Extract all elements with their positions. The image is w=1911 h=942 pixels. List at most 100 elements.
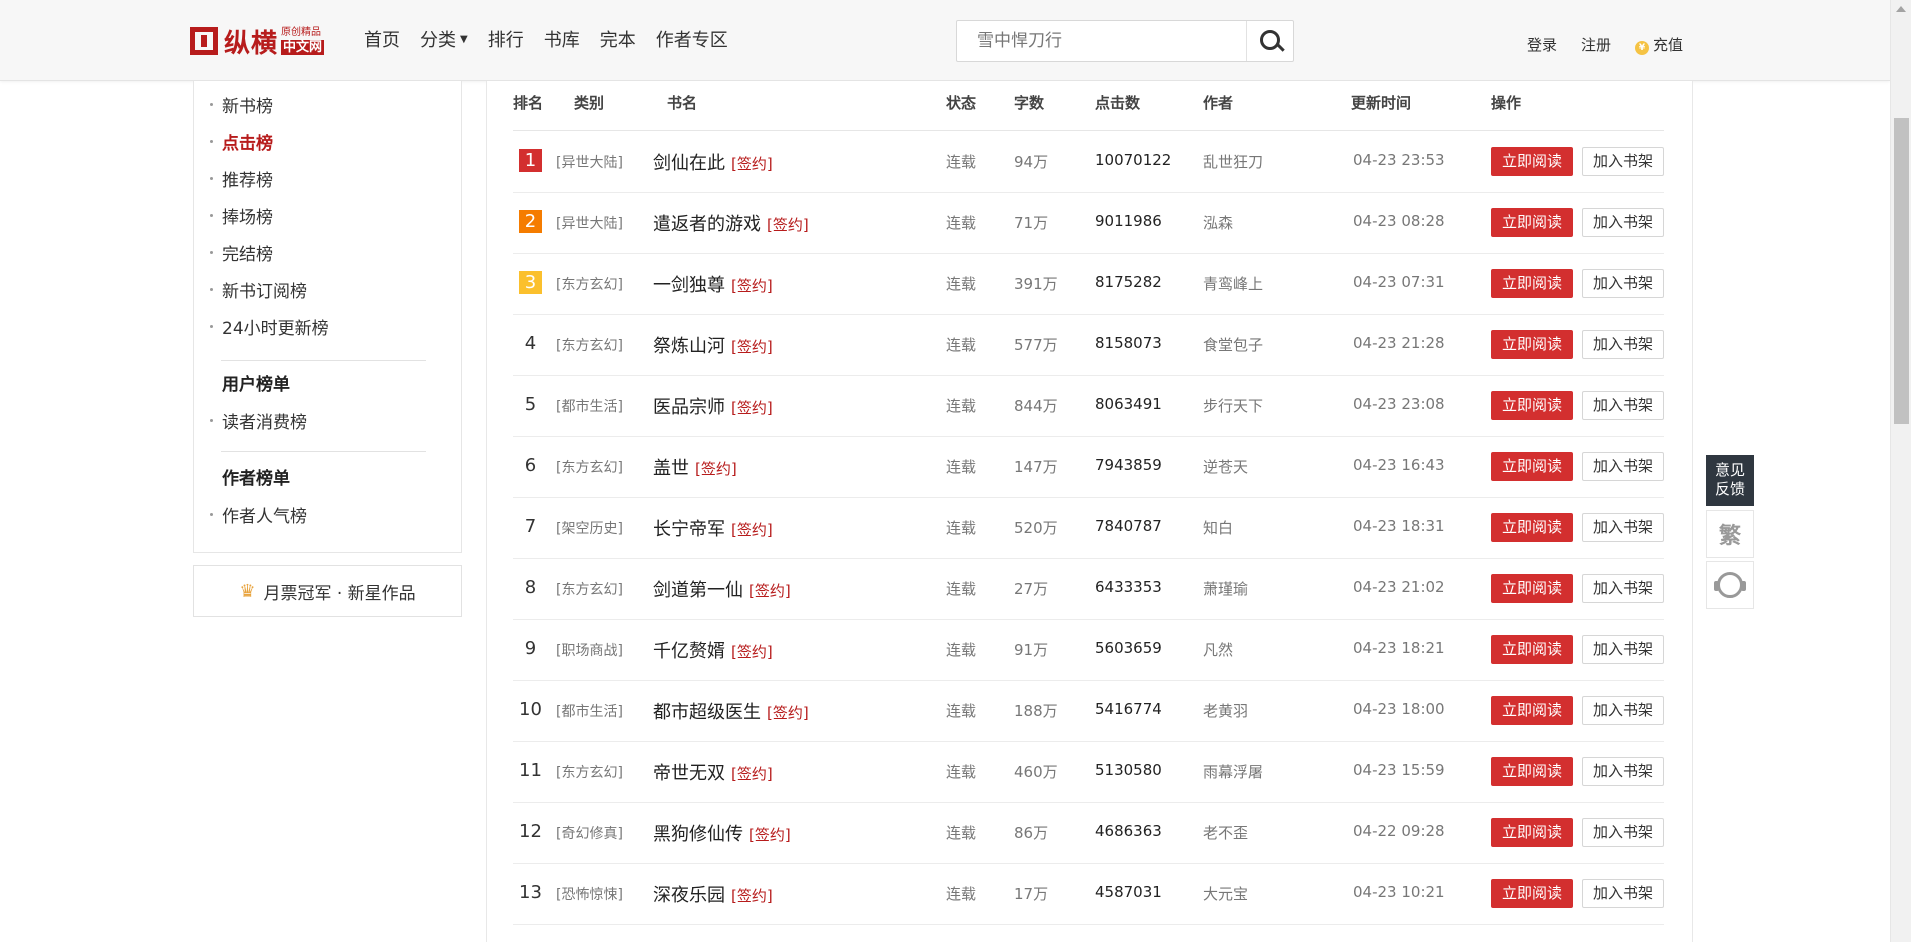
page-scrollbar[interactable]	[1890, 0, 1911, 942]
add-to-shelf-button[interactable]: 加入书架	[1582, 696, 1664, 725]
nav-ranking[interactable]: 排行	[488, 26, 524, 52]
click-count: 8063491	[1095, 395, 1162, 413]
book-title[interactable]: 一剑独尊 [签约]	[653, 271, 773, 297]
login-link[interactable]: 登录	[1527, 34, 1557, 55]
add-to-shelf-button[interactable]: 加入书架	[1582, 269, 1664, 298]
add-to-shelf-button[interactable]: 加入书架	[1582, 879, 1664, 908]
book-title[interactable]: 黑狗修仙传 [签约]	[653, 820, 791, 846]
book-title[interactable]: 剑仙在此 [签约]	[653, 149, 773, 175]
author-name[interactable]: 逆苍天	[1203, 456, 1248, 477]
add-to-shelf-button[interactable]: 加入书架	[1582, 330, 1664, 359]
click-count: 10070122	[1095, 151, 1172, 169]
read-now-button[interactable]: 立即阅读	[1491, 757, 1573, 786]
author-name[interactable]: 青鸾峰上	[1203, 273, 1263, 294]
read-now-button[interactable]: 立即阅读	[1491, 452, 1573, 481]
traditional-chinese-toggle[interactable]: 繁	[1706, 510, 1754, 558]
read-now-button[interactable]: 立即阅读	[1491, 147, 1573, 176]
book-title[interactable]: 帝世无双 [签约]	[653, 759, 773, 785]
book-title[interactable]: 深夜乐园 [签约]	[653, 881, 773, 907]
category-label[interactable]: [东方玄幻]	[556, 274, 623, 294]
category-label[interactable]: [异世大陆]	[556, 213, 623, 233]
sidebar-item-new-books[interactable]: 新书榜	[210, 92, 273, 117]
signed-tag: [签约]	[731, 338, 773, 356]
author-name[interactable]: 萧瑾瑜	[1203, 578, 1248, 599]
read-now-button[interactable]: 立即阅读	[1491, 818, 1573, 847]
read-now-button[interactable]: 立即阅读	[1491, 696, 1573, 725]
sidebar-item-author-popularity[interactable]: 作者人气榜	[210, 502, 307, 527]
add-to-shelf-button[interactable]: 加入书架	[1582, 574, 1664, 603]
read-now-button[interactable]: 立即阅读	[1491, 391, 1573, 420]
scroll-thumb[interactable]	[1894, 118, 1909, 424]
author-name[interactable]: 老黄羽	[1203, 700, 1248, 721]
author-name[interactable]: 凡然	[1203, 639, 1233, 660]
sidebar-item-24h-update[interactable]: 24小时更新榜	[210, 314, 329, 339]
read-now-button[interactable]: 立即阅读	[1491, 513, 1573, 542]
read-now-button[interactable]: 立即阅读	[1491, 879, 1573, 908]
read-now-button[interactable]: 立即阅读	[1491, 269, 1573, 298]
read-now-button[interactable]: 立即阅读	[1491, 635, 1573, 664]
signed-tag: [签约]	[731, 399, 773, 417]
sidebar-item-support[interactable]: 捧场榜	[210, 203, 273, 228]
add-to-shelf-button[interactable]: 加入书架	[1582, 147, 1664, 176]
nav-finished[interactable]: 完本	[600, 26, 636, 52]
nav-category[interactable]: 分类 ▼	[420, 26, 468, 52]
author-name[interactable]: 乱世狂刀	[1203, 151, 1263, 172]
book-title[interactable]: 剑道第一仙 [签约]	[653, 576, 791, 602]
book-title[interactable]: 千亿赘婿 [签约]	[653, 637, 773, 663]
category-label[interactable]: [异世大陆]	[556, 152, 623, 172]
sidebar-item-clicks[interactable]: 点击榜	[210, 129, 273, 154]
monthly-ticket-banner[interactable]: ♛ 月票冠军 · 新星作品	[193, 565, 462, 617]
book-title[interactable]: 祭炼山河 [签约]	[653, 332, 773, 358]
category-label[interactable]: [恐怖惊悚]	[556, 884, 623, 904]
feedback-button[interactable]: 意见 反馈	[1706, 455, 1754, 506]
add-to-shelf-button[interactable]: 加入书架	[1582, 208, 1664, 237]
sidebar-item-new-subscribe[interactable]: 新书订阅榜	[210, 277, 307, 302]
author-name[interactable]: 大元宝	[1203, 883, 1248, 904]
category-label[interactable]: [东方玄幻]	[556, 762, 623, 782]
add-to-shelf-button[interactable]: 加入书架	[1582, 452, 1664, 481]
category-label[interactable]: [都市生活]	[556, 701, 623, 721]
book-title[interactable]: 长宁帝军 [签约]	[653, 515, 773, 541]
book-title[interactable]: 遣返者的游戏 [签约]	[653, 210, 809, 236]
register-link[interactable]: 注册	[1581, 34, 1611, 55]
author-name[interactable]: 食堂包子	[1203, 334, 1263, 355]
category-label[interactable]: [东方玄幻]	[556, 335, 623, 355]
author-name[interactable]: 老不歪	[1203, 822, 1248, 843]
nav-home[interactable]: 首页	[364, 26, 400, 52]
recharge-link[interactable]: ¥ 充值	[1635, 34, 1683, 55]
category-label[interactable]: [东方玄幻]	[556, 457, 623, 477]
author-name[interactable]: 泓森	[1203, 212, 1233, 233]
search-button[interactable]	[1246, 21, 1293, 61]
sidebar-item-finished[interactable]: 完结榜	[210, 240, 273, 265]
update-time: 04-23 10:21	[1353, 883, 1445, 901]
table-row: 11 [东方玄幻] 帝世无双 [签约] 连载 460万 5130580 雨幕浮屠 …	[513, 741, 1664, 803]
read-now-button[interactable]: 立即阅读	[1491, 208, 1573, 237]
book-title[interactable]: 都市超级医生 [签约]	[653, 698, 809, 724]
sidebar-item-recommend[interactable]: 推荐榜	[210, 166, 273, 191]
rank-sidebar: 新书榜 点击榜 推荐榜 捧场榜 完结榜 新书订阅榜 24小时更新榜 用户榜单 读…	[193, 81, 462, 553]
add-to-shelf-button[interactable]: 加入书架	[1582, 635, 1664, 664]
category-label[interactable]: [都市生活]	[556, 396, 623, 416]
add-to-shelf-button[interactable]: 加入书架	[1582, 391, 1664, 420]
category-label[interactable]: [架空历史]	[556, 518, 623, 538]
author-name[interactable]: 步行天下	[1203, 395, 1263, 416]
add-to-shelf-button[interactable]: 加入书架	[1582, 818, 1664, 847]
scroll-up-icon[interactable]	[1896, 6, 1906, 12]
sidebar-item-reader-spend[interactable]: 读者消费榜	[210, 408, 307, 433]
nav-author-zone[interactable]: 作者专区	[656, 26, 728, 52]
category-label[interactable]: [东方玄幻]	[556, 579, 623, 599]
add-to-shelf-button[interactable]: 加入书架	[1582, 513, 1664, 542]
add-to-shelf-button[interactable]: 加入书架	[1582, 757, 1664, 786]
customer-service-button[interactable]	[1706, 561, 1754, 609]
book-title[interactable]: 盖世 [签约]	[653, 454, 737, 480]
category-label[interactable]: [奇幻修真]	[556, 823, 623, 843]
nav-library[interactable]: 书库	[544, 26, 580, 52]
book-title[interactable]: 医品宗师 [签约]	[653, 393, 773, 419]
read-now-button[interactable]: 立即阅读	[1491, 574, 1573, 603]
author-name[interactable]: 雨幕浮屠	[1203, 761, 1263, 782]
author-name[interactable]: 知白	[1203, 517, 1233, 538]
site-logo[interactable]: 纵横 原创精品 中文网	[190, 24, 325, 59]
read-now-button[interactable]: 立即阅读	[1491, 330, 1573, 359]
search-input[interactable]	[975, 21, 1229, 61]
category-label[interactable]: [职场商战]	[556, 640, 623, 660]
